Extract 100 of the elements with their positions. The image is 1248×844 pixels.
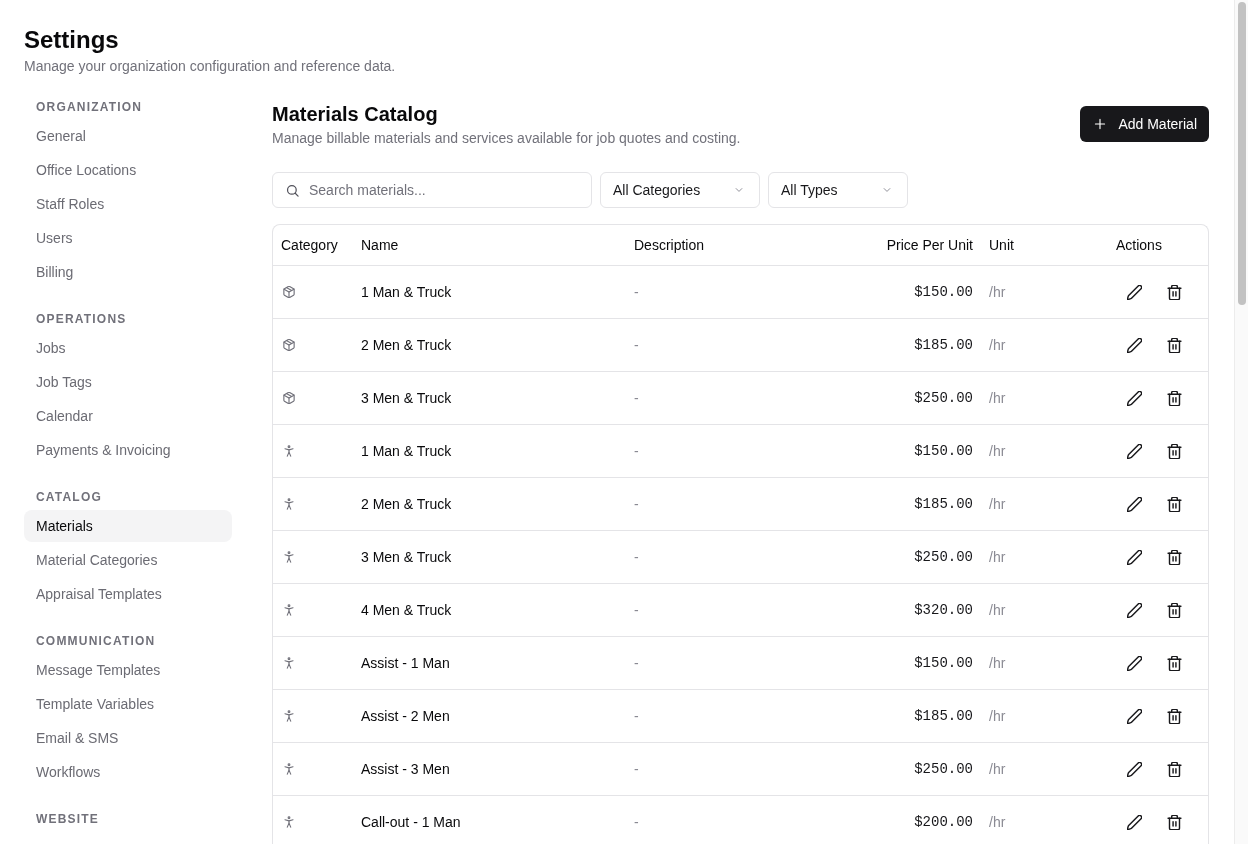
category-filter[interactable]: All Categories [600,172,760,208]
sidebar-item[interactable]: Template Variables [24,688,232,720]
price-per-unit: $320.00 [826,584,981,637]
material-name: 3 Men & Truck [353,372,626,425]
sidebar-item[interactable]: Message Templates [24,654,232,686]
material-name: Assist - 2 Men [353,690,626,743]
material-name: Assist - 1 Man [353,637,626,690]
price-per-unit: $250.00 [826,743,981,796]
unit-label: /hr [981,584,1108,637]
unit-label: /hr [981,690,1108,743]
page-title: Settings [24,25,120,55]
person-icon [283,816,295,828]
column-header: Unit [981,225,1108,266]
unit-label: /hr [981,637,1108,690]
trash-icon [1166,549,1182,565]
plus-icon [1094,118,1107,130]
scrollbar-thumb[interactable] [1238,2,1246,305]
pencil-icon [1126,602,1142,618]
sidebar-item[interactable]: Job Tags [24,366,232,398]
type-filter[interactable]: All Types [768,172,908,208]
trash-icon [1166,814,1182,830]
column-header: Description [626,225,826,266]
material-description: - [626,743,826,796]
catalog-title: Materials Catalog [272,102,438,127]
sidebar-item[interactable]: Users [24,222,232,254]
sidebar-item[interactable]: Workflows [24,756,232,788]
material-name: 3 Men & Truck [353,531,626,584]
search-field[interactable]: Search materials... [272,172,592,208]
material-description: - [626,266,826,319]
pencil-icon [1126,761,1142,777]
material-description: - [626,372,826,425]
pencil-icon [1126,549,1142,565]
price-per-unit: $185.00 [826,319,981,372]
add-material-button[interactable]: Add Material [1080,106,1209,142]
person-icon [283,657,295,669]
material-name: 4 Men & Truck [353,584,626,637]
price-per-unit: $250.00 [826,531,981,584]
material-description: - [626,531,826,584]
sidebar-item[interactable]: Jobs [24,332,232,364]
unit-label: /hr [981,796,1108,844]
trash-icon [1166,390,1182,406]
price-per-unit: $185.00 [826,478,981,531]
person-icon [283,763,295,775]
unit-label: /hr [981,266,1108,319]
sidebar-item[interactable]: Calendar [24,400,232,432]
pencil-icon [1126,708,1142,724]
column-header: Name [353,225,626,266]
search-icon [286,184,299,197]
section-heading: ORGANIZATION [35,99,143,115]
section-heading: OPERATIONS [35,311,127,327]
trash-icon [1166,761,1182,777]
material-description: - [626,690,826,743]
pencil-icon [1126,655,1142,671]
price-per-unit: $185.00 [826,690,981,743]
material-description: - [626,319,826,372]
box-icon [283,339,295,351]
price-per-unit: $250.00 [826,372,981,425]
material-name: 1 Man & Truck [353,425,626,478]
person-icon [283,445,295,457]
trash-icon [1166,337,1182,353]
column-header: Actions [1108,225,1208,266]
price-per-unit: $150.00 [826,425,981,478]
section-heading: COMMUNICATION [35,633,156,649]
sidebar-item[interactable]: Office Locations [24,154,232,186]
material-description: - [626,478,826,531]
sidebar-item[interactable]: Material Categories [24,544,232,576]
box-icon [283,392,295,404]
material-description: - [626,584,826,637]
sidebar-item[interactable]: Appraisal Templates [24,578,232,610]
unit-label: /hr [981,478,1108,531]
unit-label: /hr [981,425,1108,478]
sidebar-item[interactable]: General [24,120,232,152]
chevron-down-icon [734,185,744,195]
section-heading: CATALOG [35,489,102,505]
unit-label: /hr [981,372,1108,425]
sidebar-item[interactable]: Billing [24,256,232,288]
chevron-down-icon [882,185,892,195]
unit-label: /hr [981,743,1108,796]
sidebar-item[interactable]: Staff Roles [24,188,232,220]
person-icon [283,551,295,563]
page-subtitle: Manage your organization configuration and reference data. [24,57,397,76]
catalog-subtitle: Manage billable materials and services available for job quotes and costing. [272,129,741,148]
pencil-icon [1126,390,1142,406]
column-header: Price Per Unit [826,225,981,266]
person-icon [283,498,295,510]
sidebar-item[interactable]: Email & SMS [24,722,232,754]
pencil-icon [1126,284,1142,300]
material-name: 2 Men & Truck [353,478,626,531]
trash-icon [1166,496,1182,512]
box-icon [283,286,295,298]
sidebar-item[interactable]: Materials [24,510,232,542]
sidebar-item[interactable]: Payments & Invoicing [24,434,232,466]
trash-icon [1166,443,1182,459]
trash-icon [1166,602,1182,618]
material-name: Call-out - 1 Man [353,796,626,844]
material-description: - [626,425,826,478]
trash-icon [1166,284,1182,300]
unit-label: /hr [981,319,1108,372]
price-per-unit: $150.00 [826,637,981,690]
material-name: 1 Man & Truck [353,266,626,319]
